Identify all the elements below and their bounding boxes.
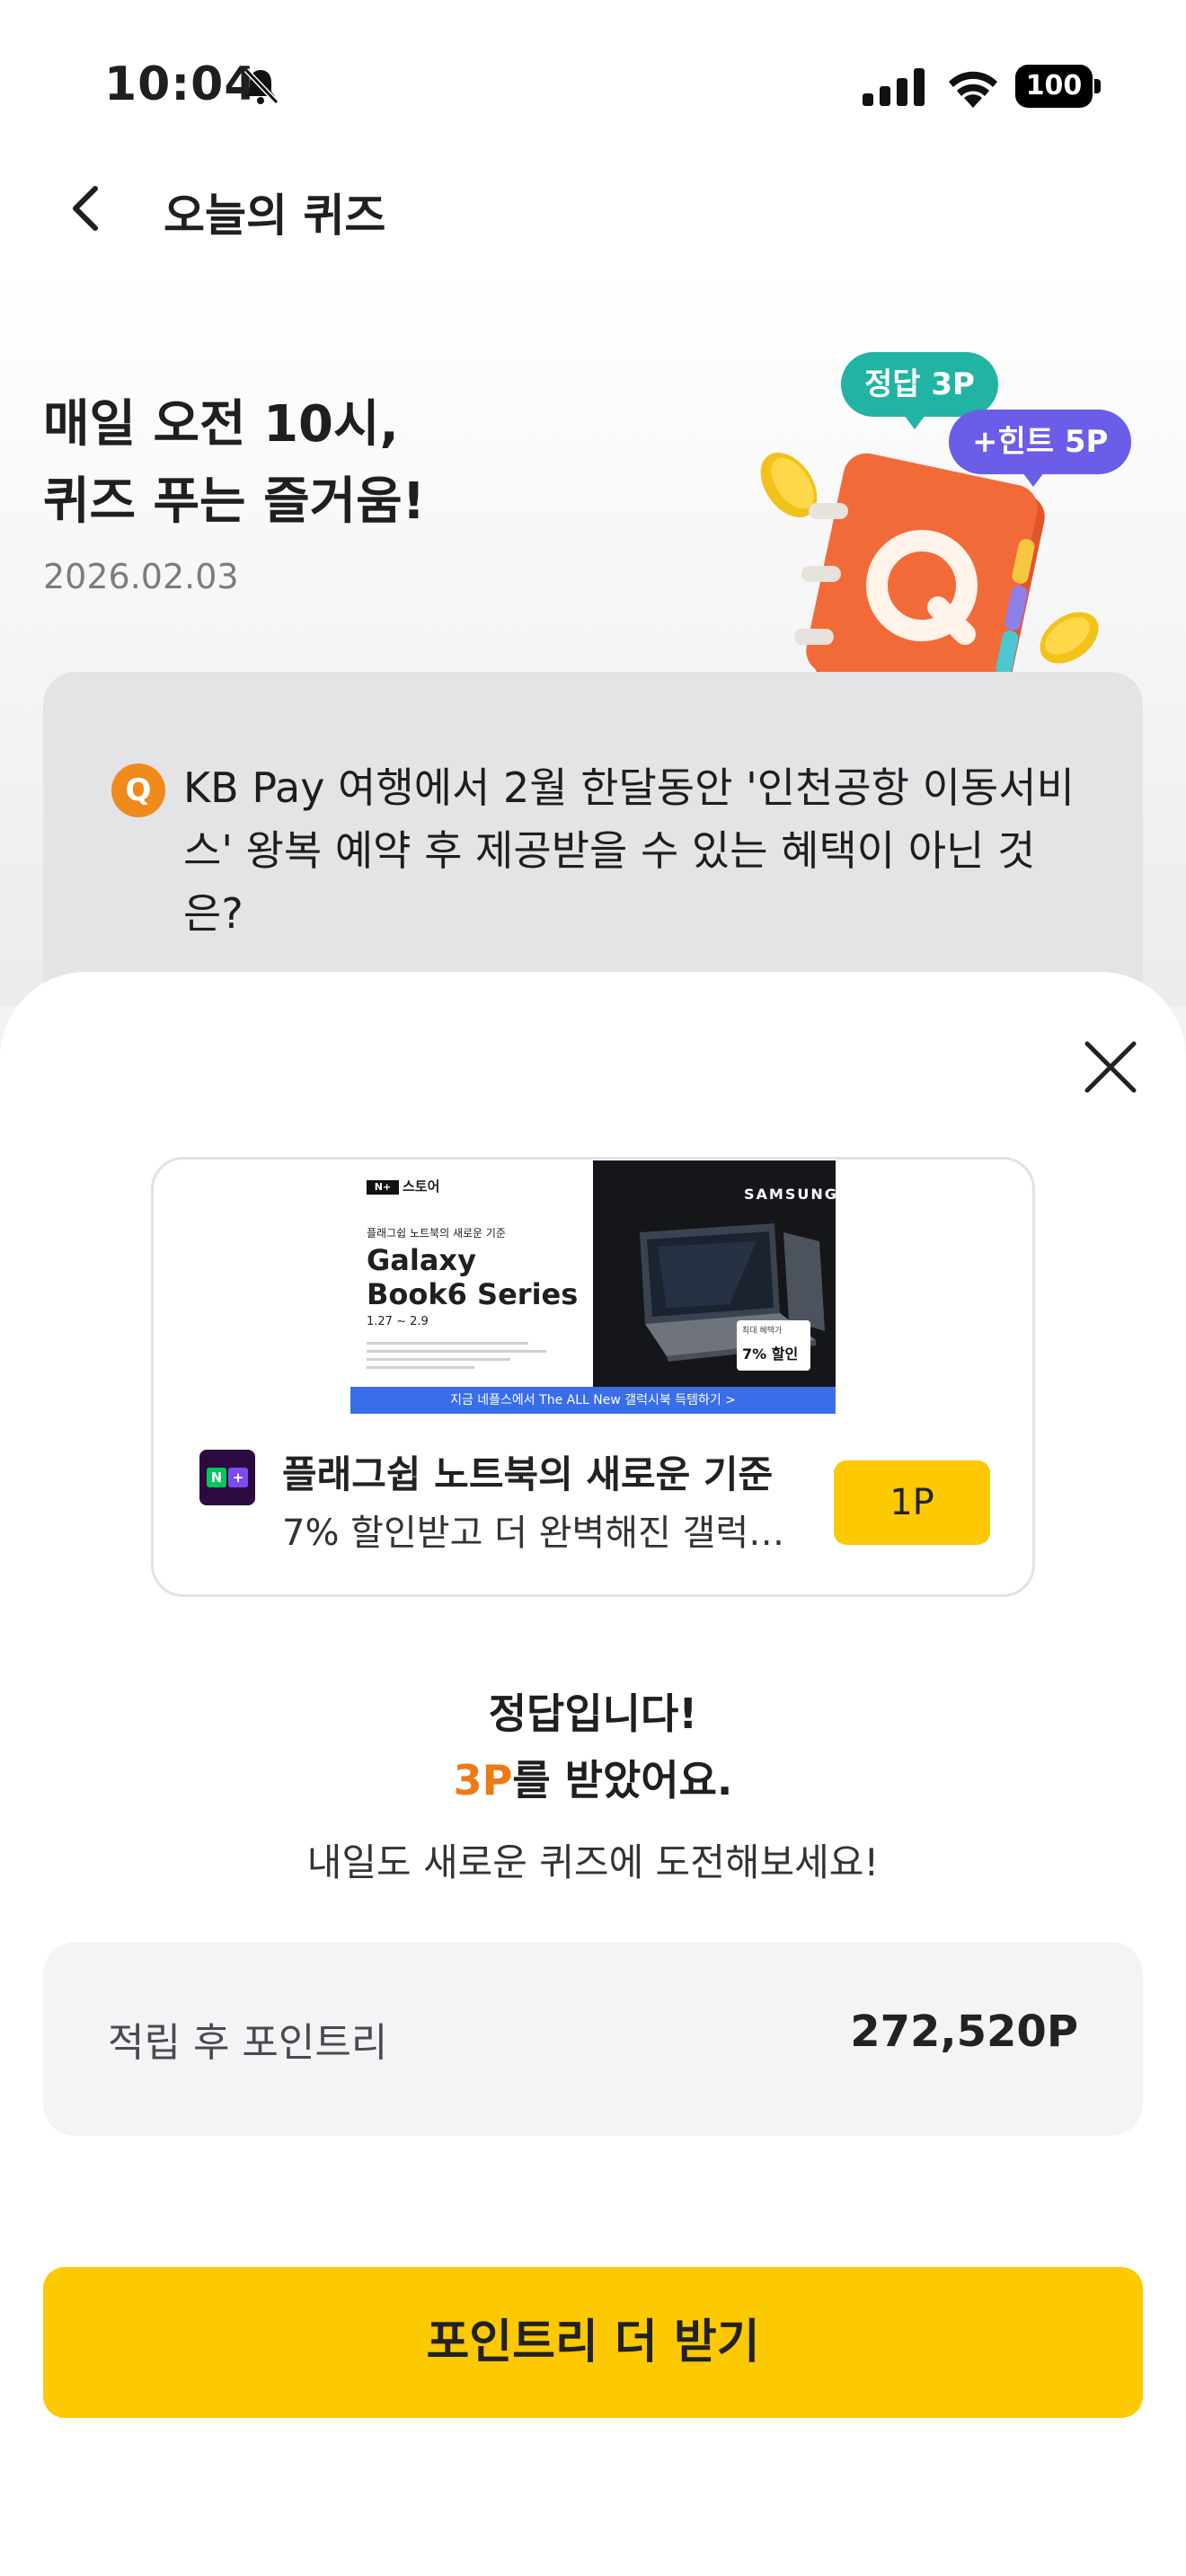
result-subtext: 내일도 새로운 퀴즈에 도전해보세요! — [306, 1840, 880, 1884]
battery-indicator: 100 — [1015, 65, 1102, 108]
status-time: 10:04 — [104, 57, 258, 111]
ad-banner[interactable]: N+ 스토어 플래그쉽 노트북의 새로운 기준 Galaxy Book6 Seri… — [350, 1160, 836, 1414]
ad-banner-left: N+ 스토어 플래그쉽 노트북의 새로운 기준 Galaxy Book6 Seri… — [350, 1160, 593, 1414]
battery-tip — [1094, 79, 1101, 93]
balance-value: 272,520P — [850, 2007, 1078, 2057]
page-title: 오늘의 퀴즈 — [164, 190, 386, 242]
close-button[interactable] — [1075, 1031, 1146, 1103]
ad-store-mark: N+ — [367, 1179, 399, 1195]
ad-logo-n: N — [207, 1468, 226, 1487]
quiz-date: 2026.02.03 — [43, 557, 239, 596]
ad-point-button[interactable]: 1P — [834, 1460, 990, 1545]
answer-points-bubble: 정답 3P — [841, 352, 998, 417]
back-button[interactable] — [54, 176, 119, 241]
ad-banner-date-range: 1.27 ~ 2.9 — [367, 1315, 429, 1328]
ad-banner-subtitle: 플래그쉽 노트북의 새로운 기준 — [367, 1227, 506, 1239]
earned-points: 3P — [453, 1756, 513, 1804]
ad-description[interactable]: 7% 할인받고 더 완벽해진 갤럭시북6 시리즈 — [282, 1504, 803, 1556]
balance-label: 적립 후 포인트리 — [108, 2020, 388, 2066]
ad-banner-fine-print — [367, 1342, 546, 1376]
signal-icon — [863, 68, 925, 106]
status-bar: 10:04 100 — [0, 0, 1186, 171]
get-more-points-button[interactable]: 포인트리 더 받기 — [43, 2267, 1143, 2418]
ad-headline[interactable]: 플래그쉽 노트북의 새로운 기준 — [282, 1444, 773, 1499]
hero-title: 매일 오전 10시, 퀴즈 푸는 즐거움! — [43, 386, 425, 541]
earned-points-suffix: 를 받았어요. — [512, 1756, 733, 1804]
hero-title-line1: 매일 오전 10시, — [43, 395, 399, 454]
result-title: 정답입니다! — [488, 1689, 698, 1738]
result-points-earned: 3P를 받았어요. — [0, 1748, 1186, 1807]
point-balance-card: 적립 후 포인트리 272,520P — [43, 1942, 1143, 2136]
ad-logo-plus: + — [228, 1468, 248, 1487]
ad-brand-label: SAMSUNG — [744, 1186, 838, 1203]
ad-sale-label: 최대 혜택가 — [742, 1327, 783, 1336]
question-badge: Q — [111, 763, 165, 817]
hint-bubble-tail — [1022, 472, 1044, 487]
answer-bubble-tail — [904, 415, 925, 429]
ad-store-label: N+ 스토어 — [367, 1177, 439, 1195]
naver-plus-store-logo: N + — [199, 1450, 255, 1505]
ad-banner-product: Galaxy Book6 Series — [367, 1243, 579, 1311]
ad-sale-tag: 최대 혜택가 7% 할인 — [737, 1320, 810, 1371]
quiz-question: KB Pay 여행에서 2월 한달동안 '인천공항 이동서비스' 왕복 예약 후… — [183, 763, 1075, 938]
hint-points-bubble: +힌트 5P — [949, 410, 1132, 474]
hero-title-line2: 퀴즈 푸는 즐거움! — [43, 472, 426, 531]
wifi-icon — [949, 71, 997, 108]
bell-slash-icon — [243, 67, 279, 105]
ad-sale-value: 7% 할인 — [742, 1345, 799, 1363]
ad-store-text: 스토어 — [403, 1178, 440, 1195]
battery-level: 100 — [1015, 65, 1093, 108]
ad-banner-cta[interactable]: 지금 네플스에서 The ALL New 갤럭시북 득템하기 > — [350, 1387, 836, 1414]
